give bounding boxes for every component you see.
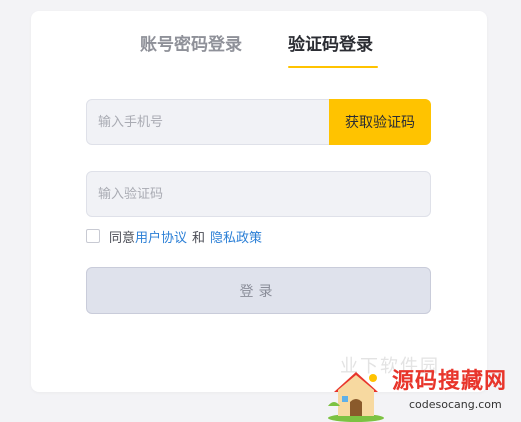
tab-code-login[interactable]: 验证码登录: [288, 33, 373, 57]
agreement-row: 同意 用户协议 和 隐私政策: [86, 226, 262, 246]
phone-field: 获取验证码: [86, 99, 431, 145]
get-code-button[interactable]: 获取验证码: [329, 99, 431, 145]
user-agreement-link[interactable]: 用户协议: [135, 227, 187, 246]
watermark-site-name: 源码搜藏网: [392, 369, 508, 394]
login-card: 账号密码登录 验证码登录 获取验证码 同意 用户协议 和 隐私政策 登录: [31, 11, 487, 392]
active-tab-indicator: [288, 66, 378, 68]
code-field: [86, 171, 431, 217]
and-text: 和: [192, 230, 206, 246]
agree-checkbox[interactable]: [86, 229, 100, 243]
watermark-url: codesocang.com: [409, 398, 502, 411]
login-button[interactable]: 登录: [86, 267, 431, 314]
code-input[interactable]: [87, 172, 418, 216]
house-logo-icon: [328, 372, 384, 422]
login-tabs: 账号密码登录 验证码登录: [31, 33, 487, 79]
tab-password-login[interactable]: 账号密码登录: [140, 33, 242, 57]
agree-prefix: 同意: [109, 230, 136, 246]
privacy-policy-link[interactable]: 隐私政策: [210, 227, 262, 246]
phone-input[interactable]: [87, 100, 338, 144]
